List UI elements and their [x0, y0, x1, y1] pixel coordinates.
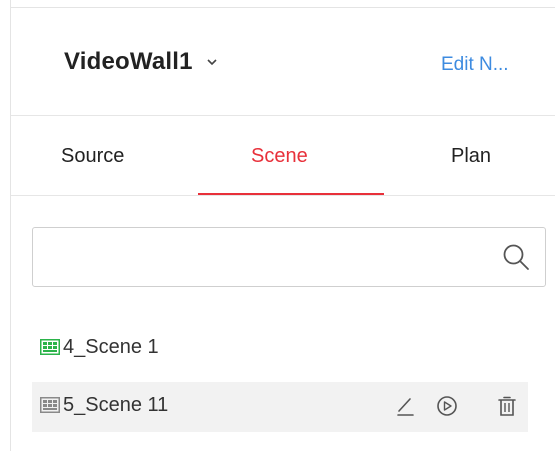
tab-scene[interactable]: Scene	[251, 145, 308, 168]
search-input[interactable]	[41, 236, 485, 280]
panel-header: VideoWall1 Edit N...	[11, 8, 555, 115]
scene-list-item[interactable]: 5_Scene 11	[32, 382, 528, 432]
video-wall-panel: VideoWall1 Edit N... Source Scene Plan 4…	[0, 0, 555, 451]
scene-list-item[interactable]: 4_Scene 1	[32, 324, 528, 374]
edit-name-link[interactable]: Edit N...	[441, 54, 509, 76]
edit-icon[interactable]	[394, 395, 416, 417]
play-icon[interactable]	[436, 395, 458, 417]
grid-icon	[40, 339, 60, 355]
search-icon[interactable]	[502, 243, 530, 271]
tabs-divider	[11, 195, 555, 196]
tab-plan[interactable]: Plan	[451, 145, 491, 168]
tab-bar: Source Scene Plan	[11, 116, 555, 196]
search-box[interactable]	[32, 227, 546, 287]
video-wall-name: VideoWall1	[64, 48, 193, 75]
chevron-down-icon	[207, 59, 217, 66]
tab-source[interactable]: Source	[61, 145, 124, 168]
video-wall-selector[interactable]: VideoWall1	[64, 48, 219, 76]
scene-label: 4_Scene 1	[63, 336, 159, 358]
scene-label: 5_Scene 11	[63, 394, 169, 416]
grid-icon	[40, 397, 60, 413]
delete-icon[interactable]	[496, 395, 518, 417]
